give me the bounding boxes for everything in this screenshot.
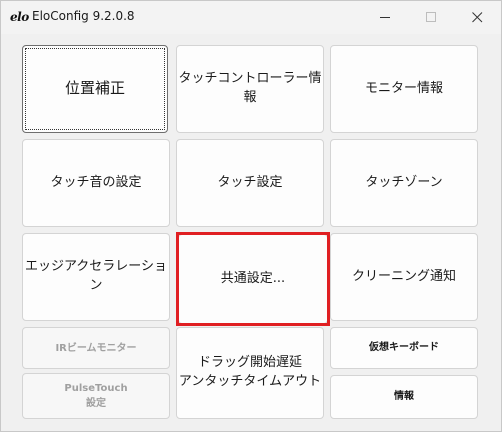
touch-controller-info-button[interactable]: タッチコントローラー情報 (176, 45, 324, 133)
close-icon (472, 12, 483, 23)
monitor-info-button[interactable]: モニター情報 (330, 45, 478, 133)
drag-delay-untouch-timeout-button[interactable]: ドラッグ開始遅延 アンタッチタイムアウト (176, 327, 324, 419)
common-settings-button[interactable]: 共通設定... (178, 234, 328, 324)
minimize-icon (380, 17, 390, 18)
minimize-button[interactable] (363, 1, 409, 34)
cleaning-notification-button[interactable]: クリーニング通知 (330, 233, 478, 321)
touch-settings-button[interactable]: タッチ設定 (176, 139, 324, 227)
window-title: EloConfig 9.2.0.8 (32, 9, 135, 23)
elo-logo: elo (10, 10, 29, 24)
info-button[interactable]: 情報 (330, 375, 478, 419)
touch-zone-button[interactable]: タッチゾーン (330, 139, 478, 227)
position-correction-button[interactable]: 位置補正 (22, 45, 168, 133)
virtual-keyboard-button[interactable]: 仮想キーボード (330, 327, 478, 369)
maximize-icon (426, 12, 436, 22)
close-button[interactable] (455, 1, 501, 34)
edge-acceleration-button[interactable]: エッジアクセラレーション (22, 233, 170, 321)
maximize-button (409, 1, 455, 34)
pulsetouch-settings-button: PulseTouch 設定 (22, 373, 170, 419)
title-bar[interactable]: elo EloConfig 9.2.0.8 (1, 1, 501, 34)
ir-beam-monitor-button: IRビームモニター (22, 327, 170, 369)
touch-sound-settings-button[interactable]: タッチ音の設定 (22, 139, 170, 227)
